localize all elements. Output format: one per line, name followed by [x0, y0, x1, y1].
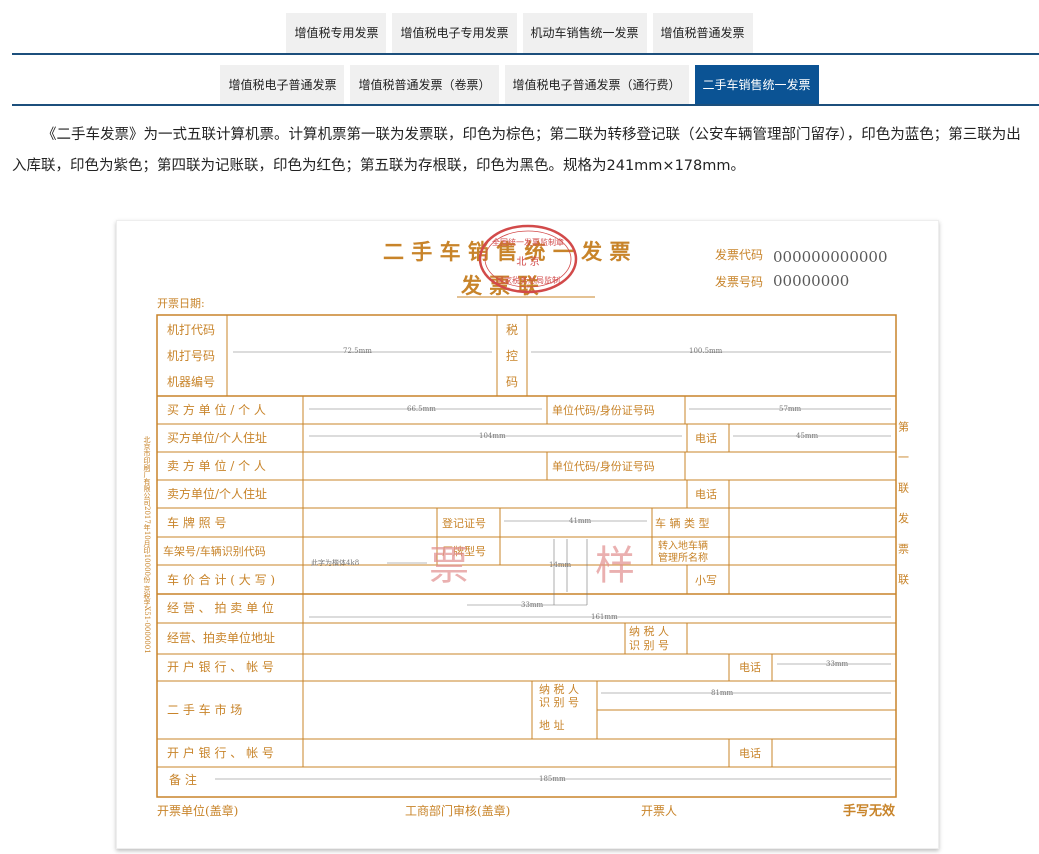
label-dealer-address: 经营、拍卖单位地址 — [167, 630, 275, 645]
label-vin: 车架号/车辆识别代码 — [163, 544, 266, 558]
tab-divider-2 — [12, 104, 1039, 106]
code-label: 发票代码 — [715, 247, 763, 262]
intro-paragraph: 《二手车发票》为一式五联计算机票。计算机票第一联为发票联，印色为棕色；第二联为转… — [12, 127, 1021, 174]
sample-watermark-1: 票 — [429, 543, 469, 589]
tab-vat-e-general-toll[interactable]: 增值税电子普通发票（通行费） — [504, 65, 689, 105]
footer-audit: 工商部门审核(盖章) — [405, 803, 510, 818]
tab-vat-special[interactable]: 增值税专用发票 — [286, 13, 387, 53]
tab-vat-general[interactable]: 增值税普通发票 — [652, 13, 753, 53]
number-value: 00000000 — [773, 272, 849, 290]
invoice-image: 二 手 车 销 售 统 一 发 票 发 票 联 全国统一发票监制章 北 京 国家… — [116, 220, 939, 849]
dim-72: 72.5mm — [343, 347, 372, 355]
label-address: 地 址 — [539, 718, 565, 732]
label-machine-id: 机器编号 — [167, 374, 215, 389]
label-phone: 电话 — [695, 432, 717, 445]
label-bank: 开 户 银 行 、 帐 号 — [167, 659, 274, 674]
side-copy-label: 第 一 联 发 票 联 — [897, 420, 910, 593]
code-value: 000000000000 — [773, 248, 888, 266]
label-transfer-office-2: 管理所名称 — [658, 551, 708, 564]
tab-row-primary: 增值税专用发票 增值税电子专用发票 机动车销售统一发票 增值税普通发票 — [0, 13, 1039, 53]
dim-45: 45mm — [796, 432, 819, 440]
label-plate: 车 牌 照 号 — [167, 515, 226, 530]
dim-33b: 33mm — [826, 660, 849, 668]
label-unit-id: 单位代码/身份证号码 — [552, 403, 655, 417]
date-label: 开票日期: — [157, 297, 205, 310]
label-small: 小写 — [695, 574, 717, 587]
label-bank-2: 开 户 银 行 、 帐 号 — [167, 745, 274, 760]
dim-185: 185mm — [539, 775, 566, 783]
label-tax-1: 税 — [506, 323, 518, 337]
side-printer-label: 北京市印刷厂有限公司2017年10月印10000份 京税字X51-0000001 — [143, 436, 151, 654]
dim-41: 41mm — [569, 517, 592, 525]
dim-100: 100.5mm — [689, 347, 723, 355]
footer-person: 开票人 — [641, 804, 677, 818]
label-seller: 卖 方 单 位 / 个 人 — [167, 458, 266, 473]
tab-divider-1 — [12, 53, 1039, 55]
label-unit-id-2: 单位代码/身份证号码 — [552, 459, 655, 473]
label-phone-4: 电话 — [739, 747, 761, 760]
dim-81: 81mm — [711, 689, 734, 697]
font-note: 此字为楷体4k8 — [311, 558, 359, 567]
dim-14: 14mm — [549, 561, 572, 569]
label-machine-number: 机打号码 — [167, 349, 215, 363]
tab-motor-vehicle[interactable]: 机动车销售统一发票 — [522, 13, 647, 53]
dim-104: 104mm — [479, 432, 506, 440]
dim-161: 161mm — [591, 613, 618, 621]
footer-issuer: 开票单位(盖章) — [157, 803, 238, 818]
label-market-tax-2: 识 别 号 — [539, 696, 579, 709]
number-label: 发票号码 — [715, 274, 763, 289]
dim-66: 66.5mm — [407, 405, 436, 413]
label-vehicle-type: 车 辆 类 型 — [655, 516, 710, 530]
label-taxpayer-2: 识 别 号 — [629, 639, 669, 652]
dim-57: 57mm — [779, 405, 802, 413]
label-dealer: 经 营 、 拍 卖 单 位 — [167, 600, 274, 615]
footer-handwrite: 手写无效 — [843, 803, 896, 819]
label-buyer: 买 方 单 位 / 个 人 — [167, 402, 266, 417]
tab-vat-e-special[interactable]: 增值税电子专用发票 — [392, 13, 517, 53]
label-seller-address: 卖方单位/个人住址 — [167, 486, 267, 501]
label-tax-3: 码 — [506, 375, 518, 389]
tab-row-secondary: 增值税电子普通发票 增值税普通发票（卷票） 增值税电子普通发票（通行费） 二手车… — [0, 65, 1039, 105]
tab-vat-general-roll[interactable]: 增值税普通发票（卷票） — [350, 65, 499, 105]
label-taxpayer-1: 纳 税 人 — [629, 624, 669, 638]
stamp-bottom-text: 国家税务总局监制 — [496, 275, 560, 285]
label-remarks: 备 注 — [169, 772, 197, 787]
label-phone-2: 电话 — [695, 488, 717, 501]
label-machine-code: 机打代码 — [167, 323, 215, 337]
invoice-svg: 二 手 车 销 售 统 一 发 票 发 票 联 全国统一发票监制章 北 京 国家… — [143, 224, 910, 819]
label-phone-3: 电话 — [739, 661, 761, 674]
stamp-city: 北 京 — [516, 255, 539, 268]
sample-watermark-2: 样 — [595, 543, 635, 589]
label-tax-2: 控 — [506, 349, 518, 363]
tab-vat-e-general[interactable]: 增值税电子普通发票 — [220, 65, 345, 105]
label-reg-no: 登记证号 — [442, 516, 486, 530]
label-total-price: 车 价 合 计 ( 大 写 ) — [167, 572, 275, 587]
dim-33: 33mm — [521, 601, 544, 609]
label-transfer-office-1: 转入地车辆 — [658, 539, 708, 552]
stamp-top-text: 全国统一发票监制章 — [492, 237, 564, 247]
label-buyer-address: 买方单位/个人住址 — [167, 430, 267, 445]
label-market-tax-1: 纳 税 人 — [539, 682, 579, 696]
label-market: 二 手 车 市 场 — [167, 702, 242, 717]
tab-used-car[interactable]: 二手车销售统一发票 — [694, 65, 819, 105]
